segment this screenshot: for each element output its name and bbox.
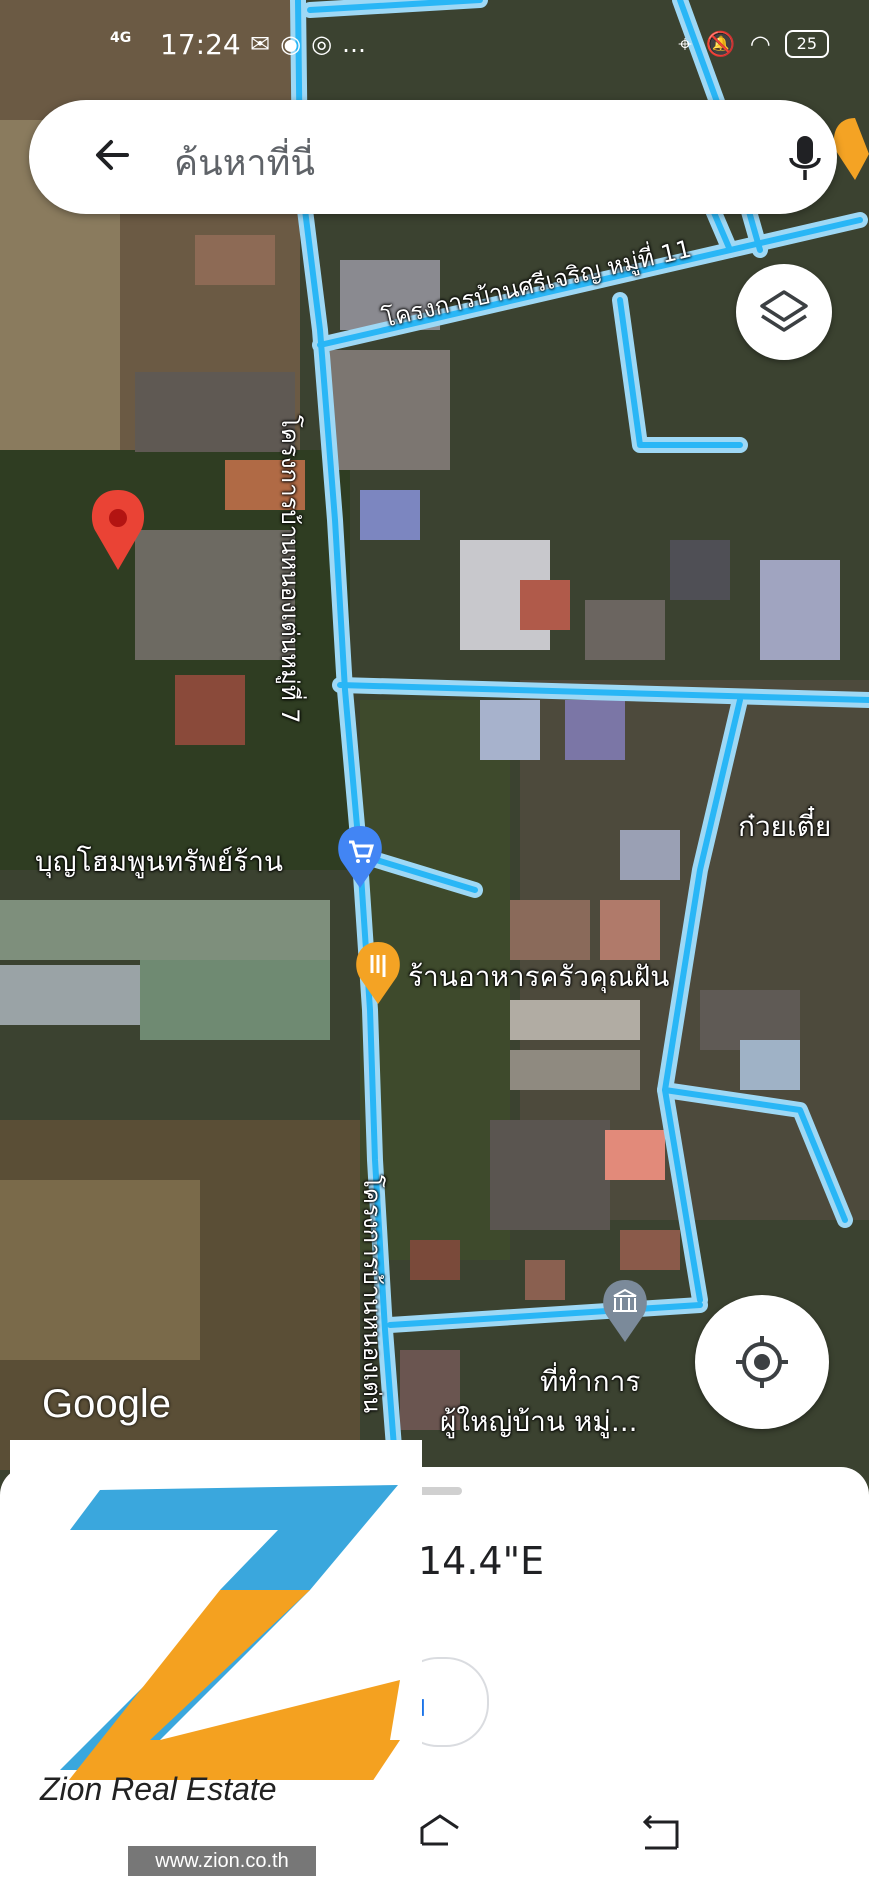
- brand-name: Zion Real Estate: [40, 1771, 277, 1807]
- battery-icon: 25: [784, 30, 829, 58]
- more-icon: …: [342, 30, 377, 58]
- recent-apps-icon[interactable]: [418, 1812, 464, 1852]
- search-bar[interactable]: ค้นหาที่นี่: [29, 100, 837, 214]
- office-label-line1[interactable]: ที่ทำการ: [540, 1360, 640, 1404]
- back-arrow-icon[interactable]: [87, 130, 137, 180]
- zion-z-logo-icon: [60, 1485, 400, 1785]
- my-location-button[interactable]: [695, 1295, 829, 1429]
- road-label-nongten: โครงการบ้านหนองเต่น: [358, 1175, 386, 1414]
- layers-icon: [760, 290, 808, 332]
- nav-back-icon[interactable]: [637, 1812, 683, 1852]
- office-label-line2[interactable]: ผู้ใหญ่บ้าน หมู่...: [440, 1400, 638, 1444]
- search-input[interactable]: ค้นหาที่นี่: [174, 134, 315, 191]
- shop-label[interactable]: บุญโฮมพูนทรัพย์ร้าน: [35, 840, 283, 884]
- noodle-shop-label[interactable]: ก๋วยเตี๋ย: [738, 805, 831, 849]
- status-time: 17:24: [160, 28, 241, 61]
- layers-button[interactable]: [736, 264, 832, 360]
- mail-icon: ✉: [250, 30, 281, 58]
- zion-logo-overlay: [10, 1440, 422, 1820]
- mute-icon: 🔕: [705, 30, 736, 58]
- website-watermark: www.zion.co.th: [128, 1846, 316, 1876]
- location-icon: ⌖: [678, 30, 692, 58]
- microphone-icon[interactable]: [781, 130, 829, 186]
- chrome-icon: ◎: [311, 30, 343, 58]
- coordinates-text: 14.4"E: [418, 1539, 545, 1583]
- status-bar: 4G 17:24 ✉◉◎… ⌖ 🔕 ◠ 25: [0, 0, 869, 100]
- network-indicator: 4G: [110, 30, 132, 46]
- road-label-nongten-7: โครงการบ้านหนองเต่นหมู่ที่ 7: [276, 415, 304, 724]
- chat-icon: ◉: [280, 30, 312, 58]
- restaurant-label[interactable]: ร้านอาหารครัวคุณฝัน: [408, 955, 669, 999]
- notification-icons: ✉◉◎…: [250, 30, 376, 58]
- google-logo: Google: [42, 1382, 171, 1426]
- wifi-icon: ◠: [749, 30, 771, 58]
- crosshair-icon: [736, 1336, 788, 1388]
